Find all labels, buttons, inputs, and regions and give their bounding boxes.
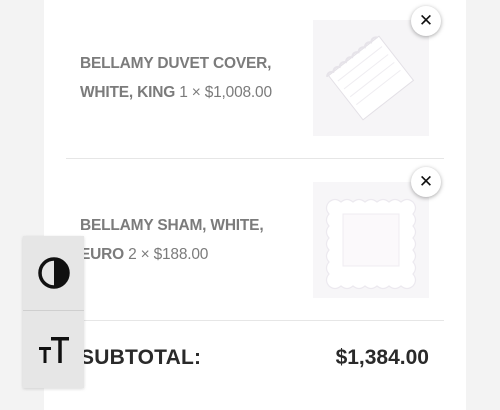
text-size-button[interactable] xyxy=(23,312,84,387)
subtotal-divider xyxy=(66,320,444,321)
remove-item-button[interactable]: ✕ xyxy=(411,6,441,36)
cart-item-details: BELLAMY DUVET COVER, WHITE, KING 1 × $1,… xyxy=(80,49,306,107)
subtotal-value: $1,384.00 xyxy=(335,346,429,369)
contrast-toggle-button[interactable] xyxy=(23,236,84,311)
cart-item: BELLAMY SHAM, WHITE, EURO 2 × $188.00 ✕ xyxy=(44,158,466,320)
remove-item-button[interactable]: ✕ xyxy=(411,167,441,197)
text-size-icon xyxy=(38,336,69,363)
cart-item-quantity-price: 1 × $1,008.00 xyxy=(179,84,272,101)
close-icon: ✕ xyxy=(418,172,434,192)
contrast-icon xyxy=(37,257,70,289)
accessibility-toolbar xyxy=(23,236,84,388)
subtotal-label: SUBTOTAL: xyxy=(80,346,202,369)
mini-cart-panel: BELLAMY DUVET COVER, WHITE, KING 1 × $1,… xyxy=(44,0,466,410)
duvet-cover-thumbnail[interactable] xyxy=(313,20,429,136)
cart-item: BELLAMY DUVET COVER, WHITE, KING 1 × $1,… xyxy=(44,0,466,158)
cart-item-details: BELLAMY SHAM, WHITE, EURO 2 × $188.00 xyxy=(80,211,306,269)
cart-item-quantity-price: 2 × $188.00 xyxy=(128,246,209,263)
pillow-sham-thumbnail[interactable] xyxy=(313,182,429,298)
close-icon: ✕ xyxy=(418,11,434,31)
